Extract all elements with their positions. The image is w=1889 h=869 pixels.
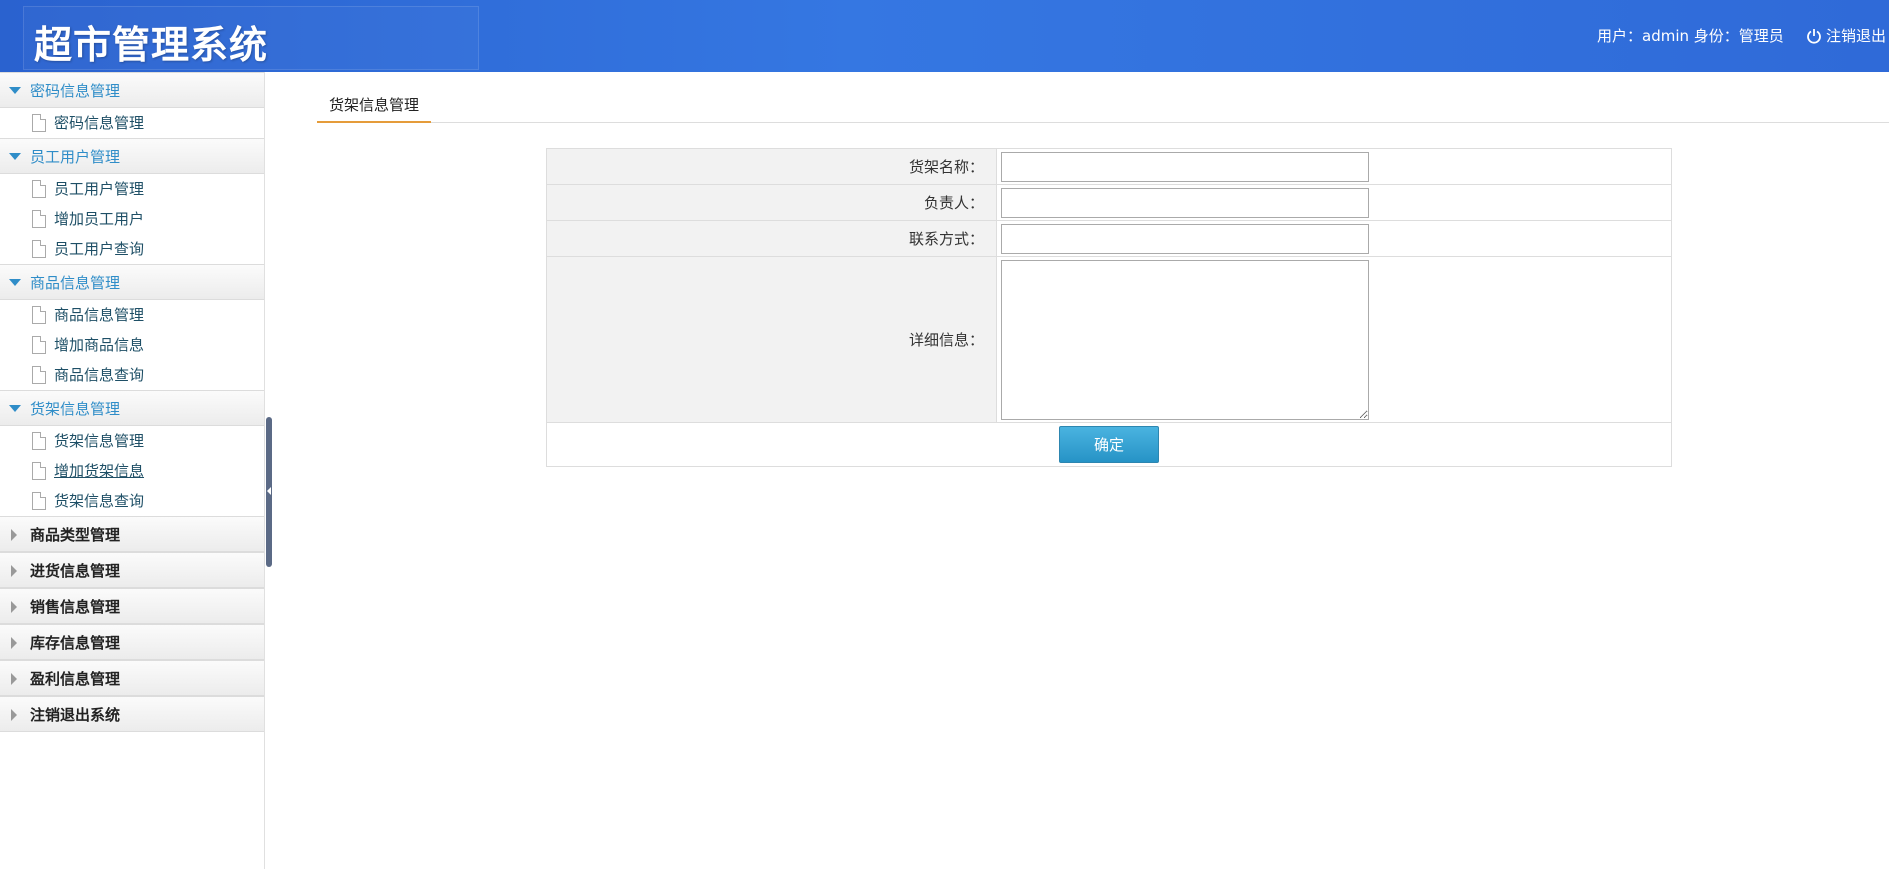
shelf-form: 货架名称： 负责人： 联系方式： 详细信息： 确定 (546, 148, 1672, 467)
group-label: 注销退出系统 (30, 706, 121, 724)
sidebar-group-goods-type[interactable]: 商品类型管理 (0, 516, 264, 552)
item-label: 员工用户管理 (54, 180, 145, 198)
item-label: 商品信息查询 (54, 366, 145, 384)
collapse-arrow-icon (11, 673, 17, 685)
item-label: 增加员工用户 (54, 210, 145, 228)
detail-label: 详细信息： (546, 256, 997, 423)
form-row: 货架名称： (546, 148, 1672, 185)
document-icon (32, 114, 46, 132)
sidebar-item-shelf-add[interactable]: 增加货架信息 (0, 456, 264, 486)
sidebar-group-staff[interactable]: 员工用户管理 (0, 138, 264, 174)
sidebar-group-stock[interactable]: 库存信息管理 (0, 624, 264, 660)
sidebar: 密码信息管理 密码信息管理 员工用户管理 员工用户管理 增加员工用户 员工用户查… (0, 72, 265, 869)
group-label: 员工用户管理 (30, 148, 121, 166)
form-cell (996, 148, 1672, 185)
sidebar-item-goods-query[interactable]: 商品信息查询 (0, 360, 264, 390)
shelf-name-label: 货架名称： (546, 148, 997, 185)
user-info: 用户：admin 身份：管理员 (1597, 27, 1784, 45)
group-label: 进货信息管理 (30, 562, 121, 580)
sidebar-item-goods-manage[interactable]: 商品信息管理 (0, 300, 264, 330)
collapse-arrow-icon (11, 601, 17, 613)
manager-label: 负责人： (546, 184, 997, 221)
tab-bar: 货架信息管理 (317, 90, 1889, 123)
manager-input[interactable] (1001, 187, 1369, 218)
item-label: 员工用户查询 (54, 240, 145, 258)
main-content: 货架信息管理 货架名称： 负责人： 联系方式： 详细信息： 确定 (272, 72, 1889, 869)
tab-shelf-manage[interactable]: 货架信息管理 (317, 90, 432, 123)
form-row: 负责人： (546, 184, 1672, 221)
contact-label: 联系方式： (546, 220, 997, 257)
form-row: 确定 (546, 422, 1672, 467)
sidebar-group-password[interactable]: 密码信息管理 (0, 72, 264, 108)
group-label: 密码信息管理 (30, 82, 121, 100)
sidebar-item-shelf-query[interactable]: 货架信息查询 (0, 486, 264, 516)
logout-label: 注销退出 (1826, 27, 1887, 45)
sidebar-group-purchase[interactable]: 进货信息管理 (0, 552, 264, 588)
form-cell (996, 220, 1672, 257)
submit-button[interactable]: 确定 (1059, 426, 1159, 463)
item-label: 增加商品信息 (54, 336, 145, 354)
item-label: 商品信息管理 (54, 306, 145, 324)
item-label: 货架信息管理 (54, 432, 145, 450)
document-icon (32, 306, 46, 324)
item-label: 增加货架信息 (54, 462, 145, 480)
expand-arrow-icon (9, 405, 21, 412)
expand-arrow-icon (9, 153, 21, 160)
form-cell (996, 184, 1672, 221)
sidebar-group-sales[interactable]: 销售信息管理 (0, 588, 264, 624)
group-label: 销售信息管理 (30, 598, 121, 616)
collapse-arrow-icon (11, 565, 17, 577)
sidebar-item-staff-add[interactable]: 增加员工用户 (0, 204, 264, 234)
document-icon (32, 432, 46, 450)
power-icon (1807, 28, 1821, 44)
app-title: 超市管理系统 (34, 23, 269, 67)
detail-textarea[interactable] (1001, 259, 1369, 420)
item-label: 货架信息查询 (54, 492, 145, 510)
group-label: 库存信息管理 (30, 634, 121, 652)
document-icon (32, 336, 46, 354)
group-label: 商品类型管理 (30, 526, 121, 544)
top-header: 超市管理系统 用户：admin 身份：管理员 注销退出 (0, 0, 1889, 72)
contact-input[interactable] (1001, 223, 1369, 254)
document-icon (32, 492, 46, 510)
collapse-arrow-icon (11, 709, 17, 721)
item-label: 密码信息管理 (54, 114, 145, 132)
collapse-arrow-icon (11, 637, 17, 649)
form-cell (996, 256, 1672, 423)
sidebar-item-password-manage[interactable]: 密码信息管理 (0, 108, 264, 138)
group-label: 盈利信息管理 (30, 670, 121, 688)
group-label: 货架信息管理 (30, 400, 121, 418)
collapse-arrow-icon (11, 529, 17, 541)
sidebar-item-staff-query[interactable]: 员工用户查询 (0, 234, 264, 264)
document-icon (32, 240, 46, 258)
sidebar-item-staff-manage[interactable]: 员工用户管理 (0, 174, 264, 204)
form-row: 联系方式： (546, 220, 1672, 257)
group-label: 商品信息管理 (30, 274, 121, 292)
logout-link[interactable]: 注销退出 (1806, 25, 1886, 46)
sidebar-group-shelf[interactable]: 货架信息管理 (0, 390, 264, 426)
sidebar-item-goods-add[interactable]: 增加商品信息 (0, 330, 264, 360)
expand-arrow-icon (9, 87, 21, 94)
sidebar-group-logout[interactable]: 注销退出系统 (0, 696, 264, 732)
shelf-name-input[interactable] (1001, 151, 1369, 182)
document-icon (32, 180, 46, 198)
sidebar-group-goods[interactable]: 商品信息管理 (0, 264, 264, 300)
form-cell: 确定 (546, 422, 1672, 467)
sidebar-group-profit[interactable]: 盈利信息管理 (0, 660, 264, 696)
expand-arrow-icon (9, 279, 21, 286)
sidebar-item-shelf-manage[interactable]: 货架信息管理 (0, 426, 264, 456)
form-row: 详细信息： (546, 256, 1672, 423)
document-icon (32, 366, 46, 384)
document-icon (32, 210, 46, 228)
document-icon (32, 462, 46, 480)
